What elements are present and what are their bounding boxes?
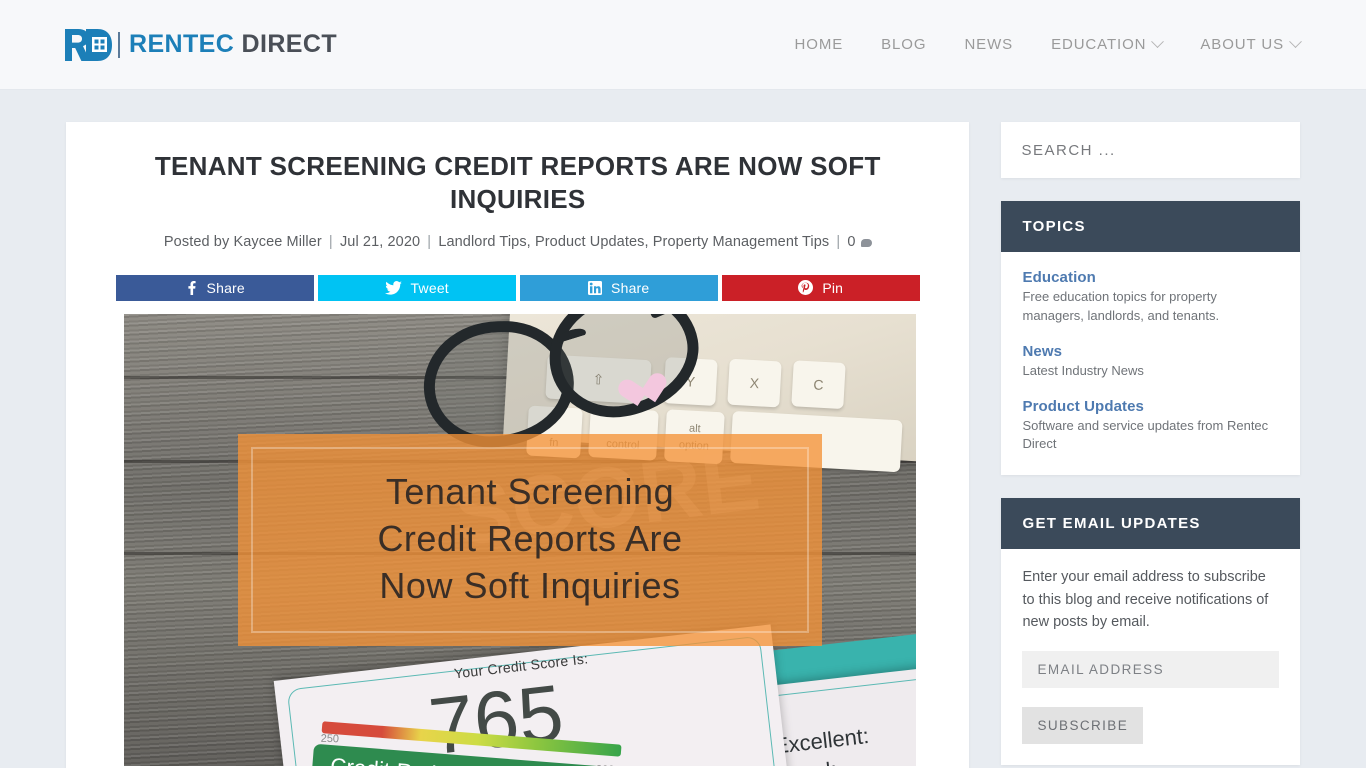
nav-label: HOME bbox=[794, 36, 844, 53]
search-input[interactable] bbox=[1021, 141, 1280, 159]
share-label: Share bbox=[611, 279, 650, 296]
main-navigation: HOME BLOG NEWS EDUCATION ABOUT US bbox=[776, 35, 1302, 53]
meta-separator: | bbox=[427, 233, 432, 250]
topics-widget-title: TOPICS bbox=[1001, 201, 1300, 252]
logo-text-secondary: DIRECT bbox=[241, 30, 338, 58]
category-link-product-updates[interactable]: Product Updates bbox=[535, 234, 645, 250]
category-link-property-management-tips[interactable]: Property Management Tips bbox=[653, 234, 830, 250]
heart-photo-element bbox=[616, 375, 655, 411]
key-c: C bbox=[791, 359, 846, 409]
linkedin-icon bbox=[588, 280, 603, 295]
topic-description: Latest Industry News bbox=[1022, 362, 1144, 378]
post-date: Jul 21, 2020 bbox=[339, 233, 421, 250]
featured-image: ⇧ Y X C fn control alt option bbox=[124, 313, 916, 766]
twitter-icon bbox=[384, 280, 402, 295]
share-button-facebook[interactable]: Share bbox=[115, 274, 314, 301]
nav-item-about-us[interactable]: ABOUT US bbox=[1181, 35, 1302, 53]
overlay-line-2: Credit Reports Are bbox=[377, 518, 683, 560]
nav-label: ABOUT US bbox=[1200, 36, 1284, 53]
share-button-pinterest[interactable]: Pin bbox=[721, 274, 920, 301]
meta-comma: , bbox=[644, 233, 649, 250]
subscribe-button[interactable]: SUBSCRIBE bbox=[1022, 706, 1144, 744]
topic-link-news[interactable]: News bbox=[1022, 343, 1279, 360]
category-link-landlord-tips[interactable]: Landlord Tips bbox=[438, 234, 526, 250]
email-updates-description: Enter your email address to subscribe to… bbox=[1022, 569, 1269, 631]
overlay-line-1: Tenant Screening bbox=[385, 471, 675, 513]
site-logo[interactable]: RENTEC DIRECT bbox=[62, 25, 337, 65]
nav-item-home[interactable]: HOME bbox=[776, 36, 863, 53]
email-field[interactable] bbox=[1022, 650, 1279, 688]
email-updates-body: Enter your email address to subscribe to… bbox=[1001, 549, 1300, 764]
nav-item-news[interactable]: NEWS bbox=[945, 36, 1032, 53]
logo-divider bbox=[118, 31, 120, 58]
meta-comma: , bbox=[526, 233, 531, 250]
nav-label: BLOG bbox=[881, 36, 927, 53]
list-item: News Latest Industry News bbox=[1022, 343, 1279, 381]
topics-widget: TOPICS Education Free education topics f… bbox=[1001, 201, 1300, 476]
overlay-title-text: Tenant Screening Credit Reports Are Now … bbox=[238, 434, 822, 646]
meta-separator: | bbox=[328, 233, 333, 250]
topic-link-product-updates[interactable]: Product Updates bbox=[1022, 398, 1279, 415]
page-title: TENANT SCREENING CREDIT REPORTS ARE NOW … bbox=[154, 151, 881, 215]
post-meta: Posted by Kaycee Miller | Jul 21, 2020 |… bbox=[66, 234, 969, 250]
list-item: Product Updates Software and service upd… bbox=[1022, 398, 1279, 455]
nav-item-blog[interactable]: BLOG bbox=[862, 36, 945, 53]
title-overlay-banner: Tenant Screening Credit Reports Are Now … bbox=[238, 433, 822, 646]
topic-description: Software and service updates from Rentec… bbox=[1022, 417, 1269, 452]
facebook-icon bbox=[187, 280, 196, 295]
nav-label: NEWS bbox=[964, 36, 1014, 53]
pinterest-icon bbox=[798, 280, 814, 296]
list-item: Education Free education topics for prop… bbox=[1022, 269, 1279, 326]
chevron-down-icon bbox=[1289, 35, 1302, 49]
email-updates-widget: GET EMAIL UPDATES Enter your email addre… bbox=[1001, 498, 1300, 765]
overlay-line-3: Now Soft Inquiries bbox=[379, 564, 681, 606]
rd-monogram-icon bbox=[65, 28, 112, 61]
topic-description: Free education topics for property manag… bbox=[1022, 289, 1220, 323]
topic-link-education[interactable]: Education bbox=[1022, 269, 1279, 286]
article-card: TENANT SCREENING CREDIT REPORTS ARE NOW … bbox=[66, 122, 970, 768]
share-label: Share bbox=[206, 279, 245, 296]
topics-widget-body: Education Free education topics for prop… bbox=[1001, 252, 1300, 475]
page-body: TENANT SCREENING CREDIT REPORTS ARE NOW … bbox=[0, 90, 1366, 768]
email-updates-title: GET EMAIL UPDATES bbox=[1001, 498, 1300, 550]
meta-separator: | bbox=[836, 233, 841, 250]
site-header: RENTEC DIRECT HOME BLOG NEWS EDUCATION A… bbox=[0, 0, 1366, 90]
author-link[interactable]: Kaycee Miller bbox=[233, 234, 321, 250]
comment-count: 0 bbox=[847, 233, 856, 250]
search-widget bbox=[1001, 122, 1300, 178]
share-label: Tweet bbox=[410, 279, 449, 296]
share-label: Pin bbox=[822, 279, 844, 296]
key-x: X bbox=[727, 358, 782, 408]
nav-item-education[interactable]: EDUCATION bbox=[1032, 35, 1181, 53]
sidebar: TOPICS Education Free education topics f… bbox=[1001, 122, 1300, 765]
social-share-bar: Share Tweet Share Pin bbox=[66, 274, 969, 301]
share-button-linkedin[interactable]: Share bbox=[519, 274, 718, 301]
logo-text-primary: RENTEC bbox=[129, 30, 235, 58]
share-button-twitter[interactable]: Tweet bbox=[317, 274, 516, 301]
chevron-down-icon bbox=[1151, 35, 1165, 49]
nav-label: EDUCATION bbox=[1051, 36, 1147, 53]
comment-icon bbox=[860, 238, 872, 247]
posted-by-label: Posted by bbox=[163, 233, 230, 250]
